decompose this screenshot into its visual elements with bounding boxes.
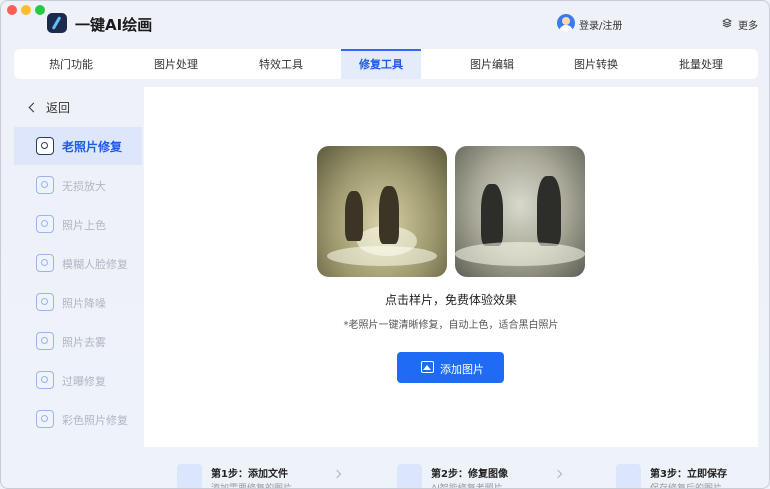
sidebar-item-label: 无损放大 [62, 180, 106, 193]
sidebar-item-label: 彩色照片修复 [62, 414, 128, 427]
step-title: 第1步：添加文件 [211, 469, 288, 480]
sample-photo-2[interactable] [455, 146, 585, 277]
sidebar-item-colorize[interactable]: 照片上色 [14, 205, 142, 243]
step-desc: AI智能修复老照片 [431, 484, 503, 489]
tab-bar: 热门功能 图片处理 特效工具 修复工具 图片编辑 图片转换 批量处理 [14, 49, 758, 79]
chevron-left-icon [28, 102, 39, 113]
tab-effects[interactable]: 特效工具 [236, 49, 326, 79]
sidebar-item-label: 过曝修复 [62, 375, 106, 388]
color-photo-icon [36, 410, 54, 428]
sidebar: 返回 老照片修复 无损放大 照片上色 模糊人脸修复 照片降噪 照片去雾 过曝修复… [14, 87, 142, 488]
layers-icon[interactable] [722, 18, 732, 28]
title-bar: 一键AI绘画 登录/注册 更多 [1, 1, 769, 47]
sidebar-item-label: 照片降噪 [62, 297, 106, 310]
enlarge-icon [36, 176, 54, 194]
tab-image-processing[interactable]: 图片处理 [131, 49, 221, 79]
exposure-icon [36, 371, 54, 389]
sample-photo-1[interactable] [317, 146, 447, 277]
back-button[interactable]: 返回 [28, 99, 71, 116]
step-title: 第3步：立即保存 [650, 469, 727, 480]
main-panel: 点击样片，免费体验效果 *老照片一键清晰修复，自动上色，适合黑白照片 添加图片 [144, 87, 758, 447]
app-logo-icon [47, 13, 67, 33]
step-2: 第2步：修复图像 AI智能修复老照片 [364, 459, 564, 489]
cta-subtitle: *老照片一键清晰修复，自动上色，适合黑白照片 [343, 320, 559, 331]
sidebar-item-enlarge[interactable]: 无损放大 [14, 166, 142, 204]
add-file-icon [177, 464, 202, 488]
tab-image-edit[interactable]: 图片编辑 [447, 49, 537, 79]
cta-title: 点击样片，免费体验效果 [384, 293, 517, 307]
step-desc: 保存修复后的图片 [650, 484, 723, 489]
save-icon [616, 464, 641, 488]
app-name: 一键AI绘画 [75, 16, 153, 34]
sidebar-item-dehaze[interactable]: 照片去雾 [14, 322, 142, 360]
login-link[interactable]: 登录/注册 [579, 17, 622, 32]
sidebar-item-label: 照片去雾 [62, 336, 106, 349]
photo-restore-icon [36, 137, 54, 155]
denoise-icon [36, 293, 54, 311]
sidebar-item-label: 模糊人脸修复 [62, 258, 128, 271]
close-window-button[interactable] [7, 5, 17, 15]
sidebar-item-label: 照片上色 [62, 219, 106, 232]
dehaze-icon [36, 332, 54, 350]
tab-hot[interactable]: 热门功能 [26, 49, 116, 79]
sidebar-item-label: 老照片修复 [62, 140, 123, 154]
sidebar-item-face-restore[interactable]: 模糊人脸修复 [14, 244, 142, 282]
sidebar-item-denoise[interactable]: 照片降噪 [14, 283, 142, 321]
image-icon [421, 361, 434, 373]
minimize-window-button[interactable] [21, 5, 31, 15]
steps-footer: 第1步：添加文件 添加需要修复的图片 第2步：修复图像 AI智能修复老照片 第3… [144, 449, 758, 489]
sidebar-item-old-photo-restore[interactable]: 老照片修复 [14, 127, 142, 165]
app-window: 一键AI绘画 登录/注册 更多 热门功能 图片处理 特效工具 修复工具 图片编辑… [0, 0, 770, 489]
face-icon [36, 254, 54, 272]
step-3: 第3步：立即保存 保存修复后的图片 [583, 459, 769, 489]
step-1: 第1步：添加文件 添加需要修复的图片 [144, 459, 344, 489]
sidebar-item-color-photo-restore[interactable]: 彩色照片修复 [14, 400, 142, 438]
step-desc: 添加需要修复的图片 [211, 484, 293, 489]
add-image-button[interactable]: 添加图片 [397, 352, 504, 383]
tab-image-convert[interactable]: 图片转换 [551, 49, 641, 79]
add-image-label: 添加图片 [440, 363, 484, 376]
sidebar-item-exposure[interactable]: 过曝修复 [14, 361, 142, 399]
tab-batch[interactable]: 批量处理 [656, 49, 746, 79]
step-title: 第2步：修复图像 [431, 469, 508, 480]
maximize-window-button[interactable] [35, 5, 45, 15]
repair-image-icon [397, 464, 422, 488]
tab-repair-tools[interactable]: 修复工具 [341, 49, 421, 79]
back-label: 返回 [46, 101, 71, 115]
palette-icon [36, 215, 54, 233]
more-link[interactable]: 更多 [738, 17, 758, 32]
avatar-icon[interactable] [557, 14, 575, 32]
